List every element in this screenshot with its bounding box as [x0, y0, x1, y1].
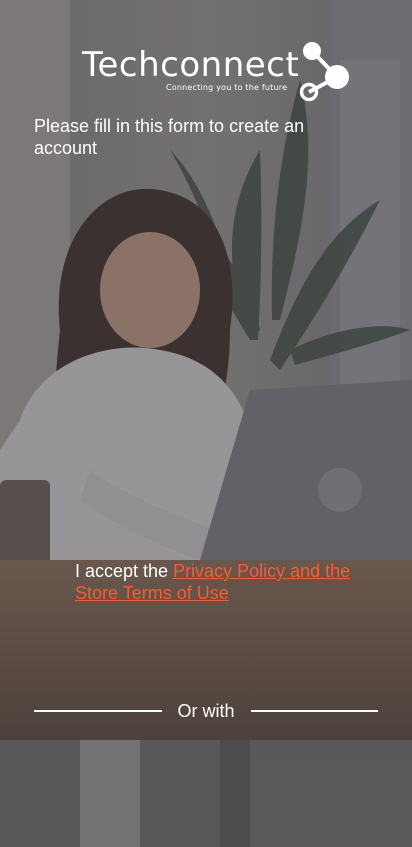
- signup-screen: Techconnect Connecting you to the future…: [0, 0, 412, 847]
- or-with-divider: Or with: [34, 700, 379, 722]
- brand-name: Techconnect: [82, 45, 300, 85]
- terms-acceptance: I accept the Privacy Policy and the Stor…: [75, 560, 385, 604]
- brand-tagline: Connecting you to the future: [166, 83, 288, 92]
- or-with-label: Or with: [177, 700, 235, 721]
- share-nodes-icon: [299, 42, 349, 102]
- form-intro-text: Please fill in this form to create an ac…: [34, 116, 305, 158]
- terms-prefix: I accept the: [75, 561, 174, 581]
- divider-line-right: [250, 710, 379, 712]
- app-logo: Techconnect Connecting you to the future: [82, 40, 352, 104]
- divider-line-left: [34, 710, 162, 712]
